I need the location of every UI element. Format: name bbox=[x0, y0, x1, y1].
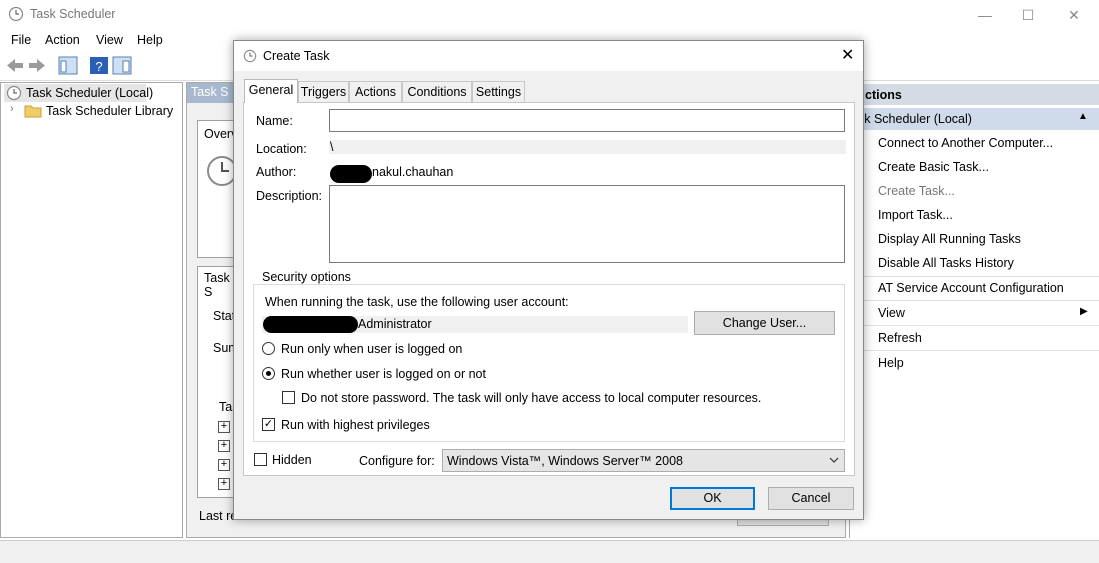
help-icon[interactable]: ? bbox=[89, 56, 109, 75]
action-help[interactable]: Help bbox=[878, 356, 904, 370]
action-at-service[interactable]: AT Service Account Configuration bbox=[878, 281, 1064, 295]
tab-triggers[interactable]: Triggers bbox=[298, 81, 349, 102]
ok-button[interactable]: OK bbox=[670, 487, 755, 510]
hidden-label[interactable]: Hidden bbox=[272, 453, 312, 467]
actions-subheader[interactable]: sk Scheduler (Local) ▲ bbox=[850, 108, 1099, 130]
name-input[interactable] bbox=[329, 109, 845, 132]
radio-logged-on[interactable] bbox=[262, 342, 275, 355]
description-label: Description: bbox=[256, 189, 322, 203]
action-disable-history[interactable]: Disable All Tasks History bbox=[878, 256, 1014, 270]
menu-view[interactable]: View bbox=[96, 33, 123, 47]
menu-file[interactable]: File bbox=[11, 33, 31, 47]
location-label: Location: bbox=[256, 142, 307, 156]
expand-icon[interactable]: + bbox=[218, 421, 230, 433]
dialog-titlebar: Create Task ✕ bbox=[234, 41, 863, 71]
minimize-button[interactable]: — bbox=[962, 0, 1008, 30]
clock-icon bbox=[8, 6, 24, 22]
collapse-up-icon[interactable]: ▲ bbox=[1078, 111, 1088, 122]
expand-icon[interactable]: + bbox=[218, 478, 230, 490]
show-action-pane-icon[interactable] bbox=[112, 56, 132, 75]
radio-whether-label[interactable]: Run whether user is logged on or not bbox=[281, 367, 486, 381]
menu-help[interactable]: Help bbox=[137, 33, 163, 47]
show-hide-tree-icon[interactable] bbox=[58, 56, 78, 75]
tab-conditions[interactable]: Conditions bbox=[402, 81, 472, 102]
forward-arrow-icon[interactable] bbox=[27, 56, 47, 75]
main-titlebar bbox=[0, 0, 1099, 30]
radio-whether-logged-on[interactable] bbox=[262, 367, 275, 380]
tree-library-label: Task Scheduler Library bbox=[46, 104, 174, 118]
highest-privileges-label[interactable]: Run with highest privileges bbox=[281, 418, 430, 432]
action-import-task[interactable]: Import Task... bbox=[878, 208, 953, 222]
description-textarea[interactable] bbox=[329, 185, 845, 263]
separator bbox=[850, 325, 1099, 326]
author-label: Author: bbox=[256, 165, 297, 179]
radio-logged-on-label[interactable]: Run only when user is logged on bbox=[281, 342, 462, 356]
no-store-password-checkbox[interactable] bbox=[282, 391, 295, 404]
window-title: Task Scheduler bbox=[30, 7, 116, 21]
configure-for-label: Configure for: bbox=[359, 454, 435, 468]
tree-root-label: Task Scheduler (Local) bbox=[26, 86, 154, 100]
location-value: \ bbox=[329, 140, 846, 154]
submenu-arrow-icon: ▶ bbox=[1080, 306, 1088, 317]
tree-item-library[interactable]: › Task Scheduler Library bbox=[4, 102, 174, 120]
chevron-right-icon[interactable]: › bbox=[10, 103, 14, 115]
cancel-button[interactable]: Cancel bbox=[768, 487, 854, 510]
back-arrow-icon[interactable] bbox=[5, 56, 25, 75]
account-prompt: When running the task, use the following… bbox=[265, 295, 569, 309]
dialog-close-button[interactable]: ✕ bbox=[841, 45, 854, 65]
dialog-title: Create Task bbox=[263, 49, 330, 63]
close-button[interactable]: ✕ bbox=[1051, 0, 1097, 30]
separator bbox=[850, 276, 1099, 277]
author-value: nakul.chauhan bbox=[372, 165, 454, 179]
chevron-down-icon bbox=[829, 457, 839, 463]
svg-text:?: ? bbox=[95, 59, 102, 74]
action-create-basic-task[interactable]: Create Basic Task... bbox=[878, 160, 989, 174]
configure-for-select[interactable]: Windows Vista™, Windows Server™ 2008 bbox=[442, 449, 845, 472]
status-bar bbox=[0, 540, 1099, 563]
account-value: Administrator bbox=[358, 317, 432, 331]
action-display-running[interactable]: Display All Running Tasks bbox=[878, 232, 1021, 246]
console-tree bbox=[0, 82, 183, 538]
action-view[interactable]: View bbox=[878, 306, 905, 320]
change-user-button[interactable]: Change User... bbox=[694, 311, 835, 335]
last-refreshed-label: Last re bbox=[199, 509, 238, 523]
name-label: Name: bbox=[256, 114, 293, 128]
maximize-button[interactable]: ☐ bbox=[1005, 0, 1051, 30]
folder-icon bbox=[24, 105, 42, 118]
redaction-mark bbox=[330, 165, 372, 183]
hidden-checkbox[interactable] bbox=[254, 453, 267, 466]
action-refresh[interactable]: Refresh bbox=[878, 331, 922, 345]
tab-general[interactable]: General bbox=[244, 79, 298, 103]
action-create-task[interactable]: Create Task... bbox=[878, 184, 955, 198]
menu-action[interactable]: Action bbox=[45, 33, 80, 47]
redaction-mark bbox=[263, 316, 358, 333]
configure-for-value: Windows Vista™, Windows Server™ 2008 bbox=[447, 454, 683, 468]
tree-item-root[interactable]: Task Scheduler (Local) bbox=[4, 84, 153, 102]
highest-privileges-checkbox[interactable]: ✓ bbox=[262, 418, 275, 431]
status-label: Stat bbox=[213, 309, 236, 323]
security-options-label: Security options bbox=[259, 270, 354, 284]
clock-icon bbox=[6, 85, 22, 101]
separator bbox=[850, 300, 1099, 301]
expand-icon[interactable]: + bbox=[218, 440, 230, 452]
expand-icon[interactable]: + bbox=[218, 459, 230, 471]
clock-icon bbox=[243, 49, 257, 63]
tab-actions[interactable]: Actions bbox=[349, 81, 402, 102]
action-connect[interactable]: Connect to Another Computer... bbox=[878, 136, 1053, 150]
actions-header: ctions bbox=[850, 84, 1099, 105]
no-store-password-label[interactable]: Do not store password. The task will onl… bbox=[301, 391, 761, 405]
tab-settings[interactable]: Settings bbox=[472, 81, 525, 102]
separator bbox=[850, 350, 1099, 351]
